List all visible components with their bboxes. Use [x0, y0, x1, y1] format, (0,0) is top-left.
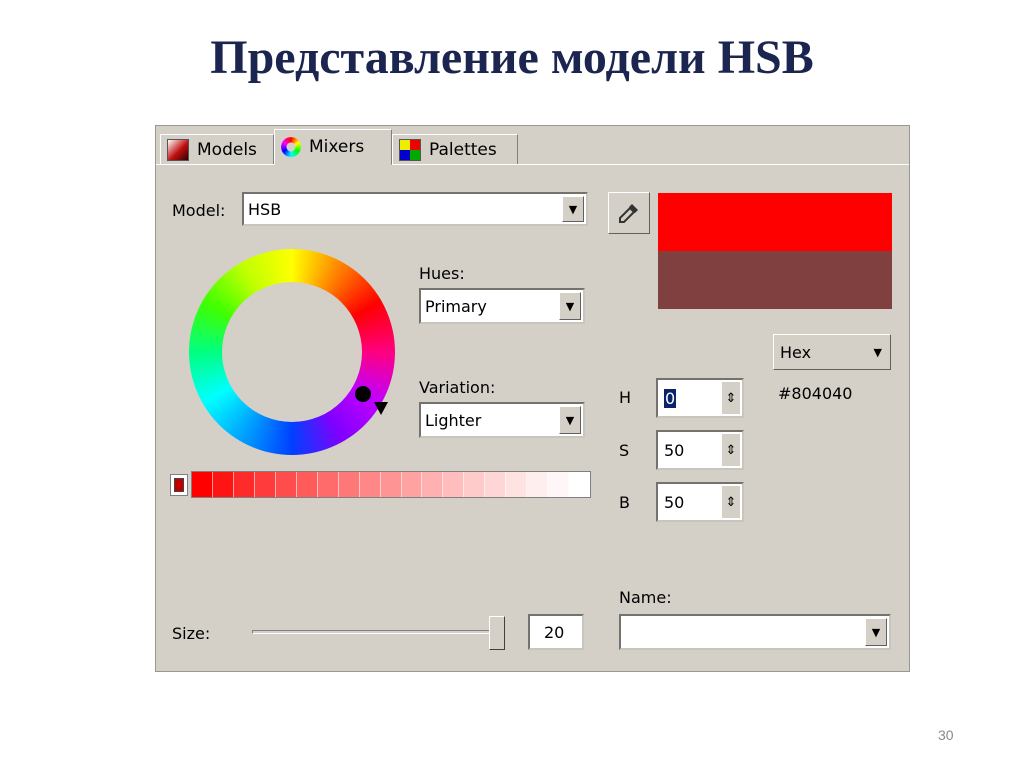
h-spinner[interactable]: 0 ⇕ — [656, 378, 744, 418]
tab-models[interactable]: Models — [160, 134, 274, 164]
strip-swatch[interactable] — [192, 472, 213, 497]
spinner-arrows-icon[interactable]: ⇕ — [722, 434, 740, 466]
h-label: H — [619, 388, 632, 407]
strip-swatch[interactable] — [506, 472, 528, 497]
size-input[interactable]: 20 — [528, 614, 584, 650]
tab-bar: Models Mixers Palettes — [156, 126, 909, 166]
strip-swatch[interactable] — [548, 472, 570, 497]
s-value[interactable]: 50 — [664, 441, 684, 460]
strip-swatch[interactable] — [317, 472, 339, 497]
strip-swatch[interactable] — [254, 472, 276, 497]
strip-swatch[interactable] — [359, 472, 381, 497]
old-color-preview[interactable] — [658, 251, 892, 309]
h-value[interactable]: 0 — [664, 388, 677, 408]
tab-mixers-label: Mixers — [309, 137, 365, 157]
strip-swatch[interactable] — [275, 472, 297, 497]
size-slider-thumb[interactable] — [489, 616, 505, 650]
strip-swatch[interactable] — [569, 472, 591, 497]
format-value: Hex — [780, 342, 812, 362]
s-spinner[interactable]: 50 ⇕ — [656, 430, 744, 470]
strip-swatch[interactable] — [443, 472, 465, 497]
palettes-icon — [399, 138, 421, 161]
models-icon — [167, 138, 189, 161]
strip-swatch[interactable] — [296, 472, 318, 497]
chevron-down-icon: ▼ — [873, 345, 882, 359]
color-docker-panel: Models Mixers Palettes Model: HSB ▼ Hues… — [155, 125, 910, 672]
hues-value: Primary — [425, 296, 487, 316]
size-label: Size: — [172, 624, 211, 643]
mixers-icon — [281, 137, 301, 157]
hue-wheel[interactable] — [186, 246, 401, 461]
eyedropper-button[interactable] — [608, 192, 650, 234]
strip-swatch[interactable] — [464, 472, 486, 497]
tab-mixers[interactable]: Mixers — [274, 129, 392, 165]
b-value[interactable]: 50 — [664, 493, 684, 512]
variation-select[interactable]: Lighter ▼ — [419, 402, 585, 438]
strip-swatch[interactable] — [527, 472, 549, 497]
spinner-arrows-icon[interactable]: ⇕ — [722, 486, 740, 518]
chevron-down-icon[interactable]: ▼ — [559, 406, 581, 434]
name-select[interactable]: ▼ — [619, 614, 891, 650]
strip-swatch[interactable] — [401, 472, 423, 497]
s-label: S — [619, 441, 630, 460]
hues-select[interactable]: Primary ▼ — [419, 288, 585, 324]
model-value: HSB — [248, 199, 282, 219]
b-spinner[interactable]: 50 ⇕ — [656, 482, 744, 522]
eyedropper-icon — [619, 204, 638, 223]
strip-swatch[interactable] — [485, 472, 507, 497]
slide-number: 30 — [938, 727, 954, 743]
chevron-down-icon[interactable]: ▼ — [562, 196, 584, 222]
chevron-down-icon[interactable]: ▼ — [559, 292, 581, 320]
variation-value: Lighter — [425, 410, 482, 430]
model-label: Model: — [172, 201, 226, 220]
spinner-arrows-icon[interactable]: ⇕ — [722, 382, 740, 414]
color-variation-strip[interactable] — [191, 471, 591, 498]
tab-models-label: Models — [197, 139, 257, 160]
chevron-down-icon[interactable]: ▼ — [865, 618, 887, 646]
strip-swatch[interactable] — [212, 472, 234, 497]
strip-swatch[interactable] — [422, 472, 444, 497]
strip-swatch[interactable] — [380, 472, 402, 497]
strip-toggle-icon[interactable] — [170, 474, 188, 496]
tab-palettes[interactable]: Palettes — [392, 134, 518, 164]
b-label: B — [619, 493, 630, 512]
new-color-preview — [658, 193, 892, 251]
hue-marker[interactable] — [355, 386, 371, 402]
hues-label: Hues: — [419, 264, 465, 283]
size-value[interactable]: 20 — [544, 623, 564, 642]
size-slider-track[interactable] — [252, 630, 502, 634]
hex-value[interactable]: #804040 — [778, 384, 852, 403]
model-select[interactable]: HSB ▼ — [242, 192, 588, 226]
tab-palettes-label: Palettes — [429, 139, 497, 160]
slide-title: Представление модели HSB — [210, 31, 814, 84]
variation-label: Variation: — [419, 378, 496, 397]
name-label: Name: — [619, 588, 672, 607]
strip-swatch[interactable] — [233, 472, 255, 497]
strip-swatch[interactable] — [338, 472, 360, 497]
format-select[interactable]: Hex ▼ — [773, 334, 891, 370]
